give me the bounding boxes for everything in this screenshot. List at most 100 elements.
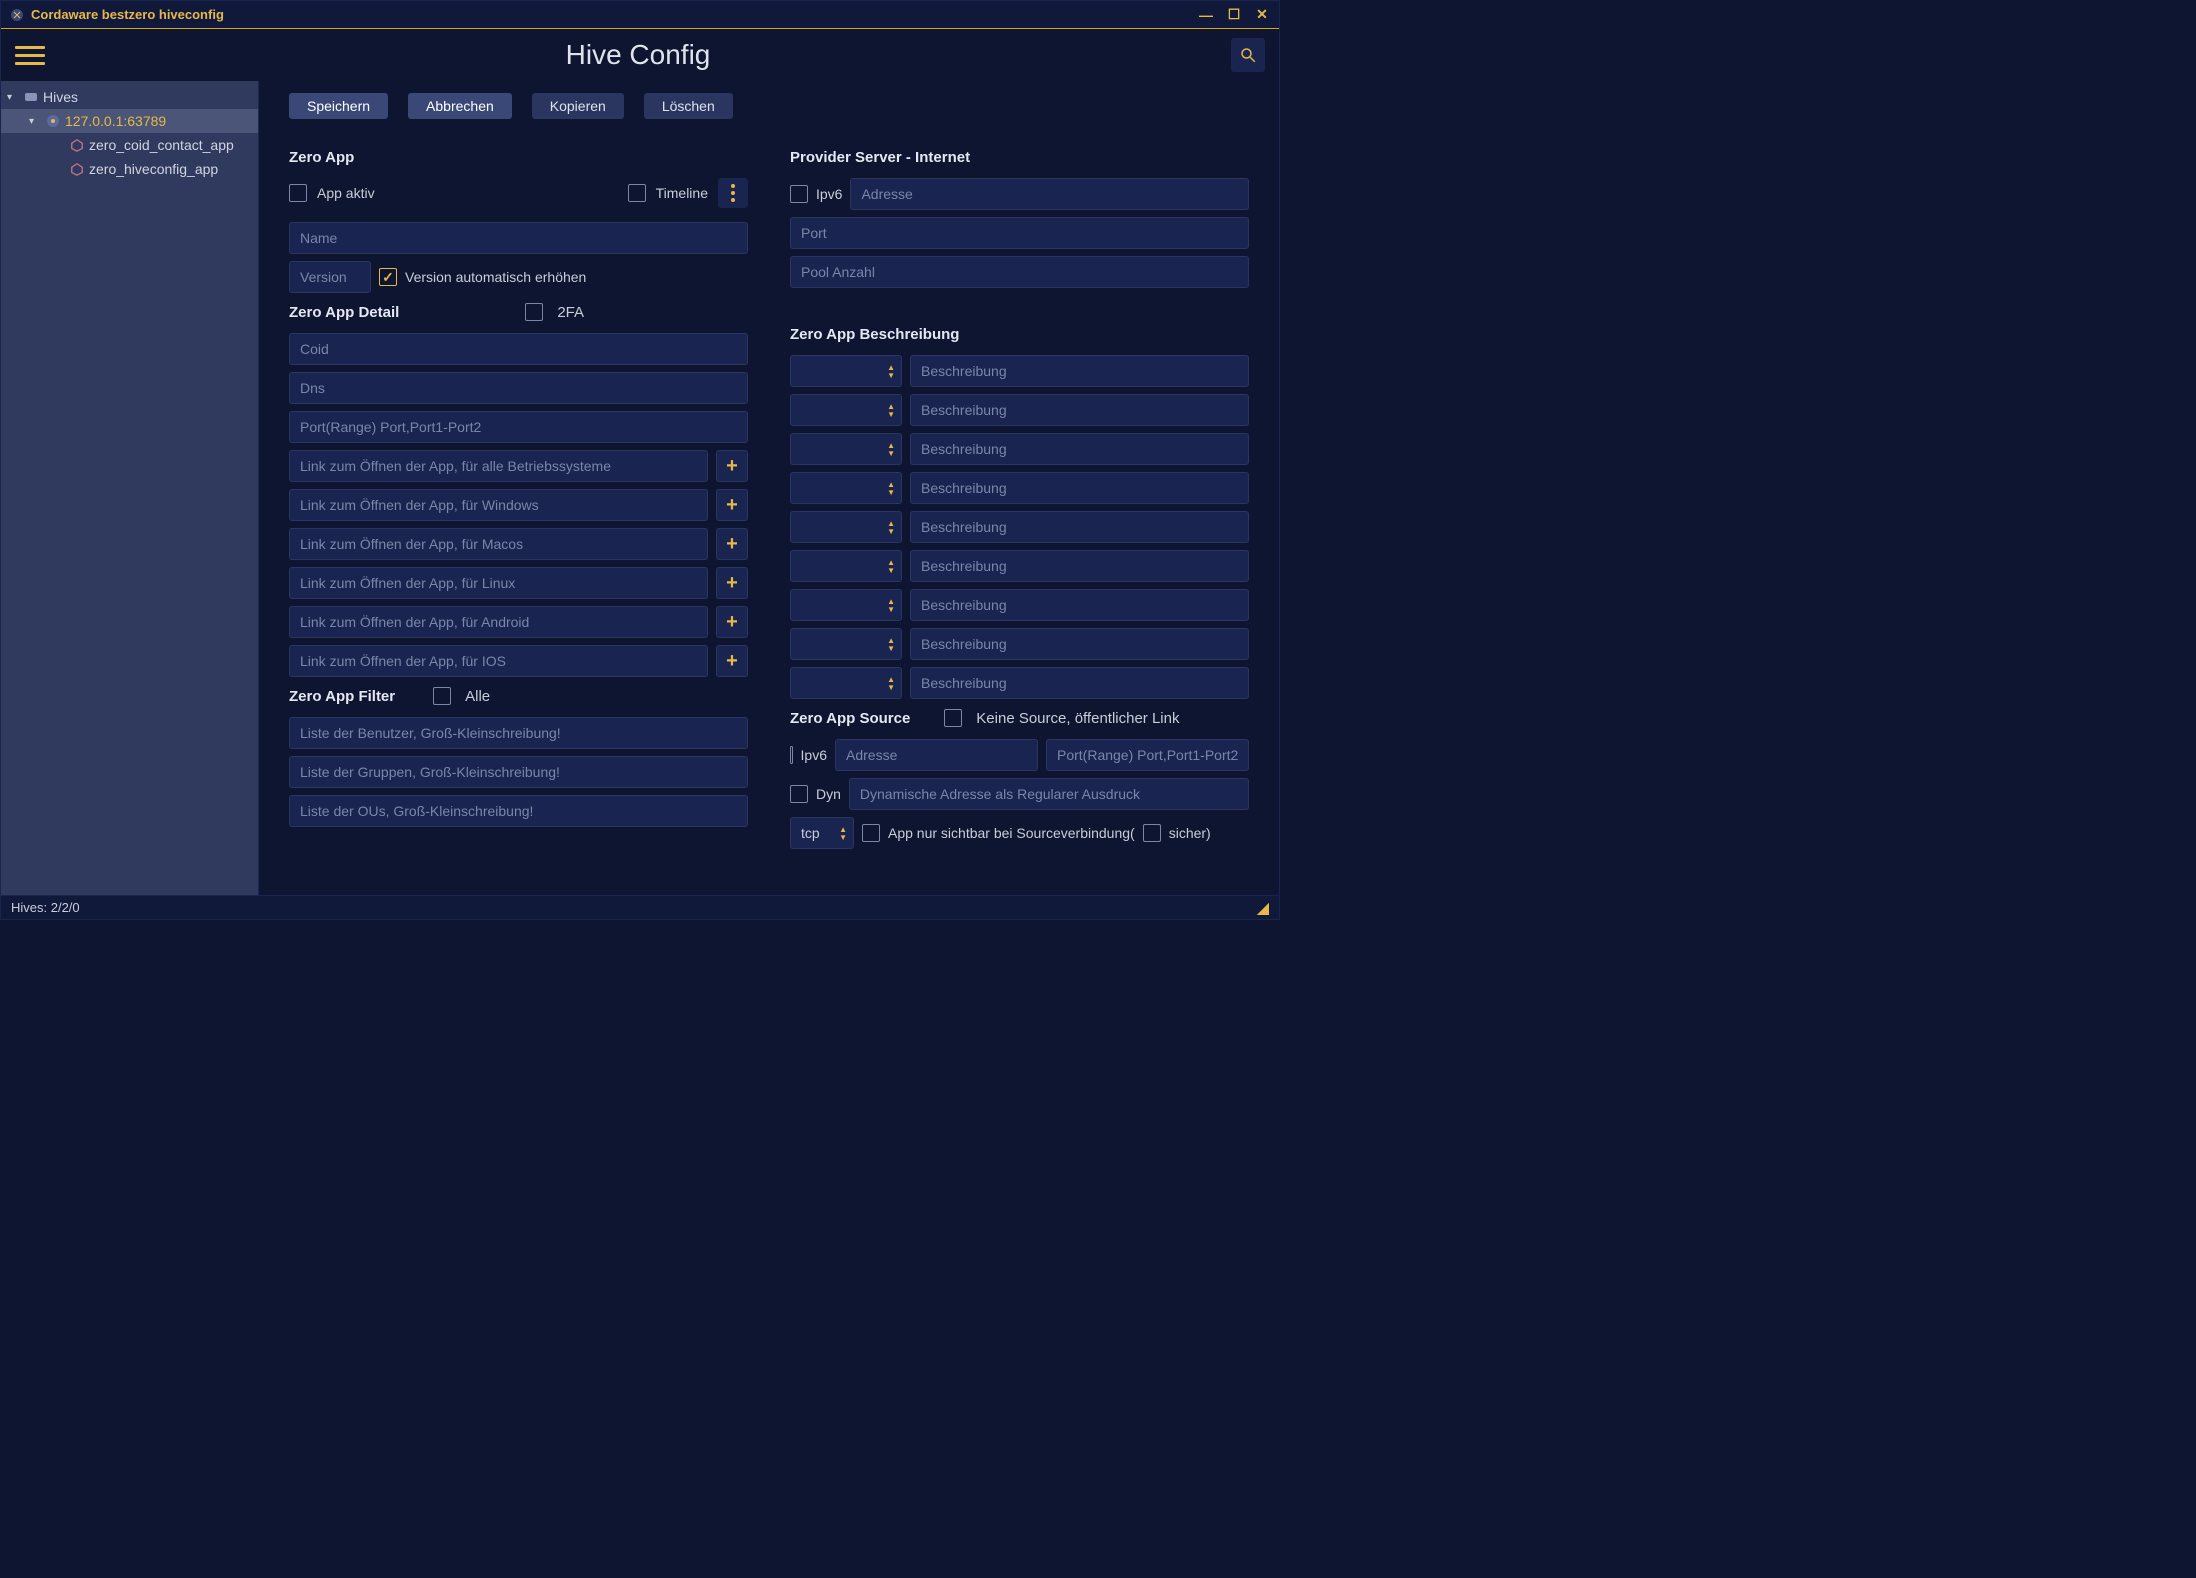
spinner-up-icon[interactable]: ▲ [887, 403, 895, 410]
twofa-checkbox[interactable] [525, 303, 543, 321]
coid-input[interactable] [289, 333, 748, 365]
nosource-checkbox[interactable] [944, 709, 962, 727]
add-link-button[interactable]: + [716, 606, 748, 638]
desc-order-spinner[interactable]: ▲▼ [790, 433, 902, 465]
source-address-input[interactable] [835, 739, 1038, 771]
spinner-down-icon[interactable]: ▼ [887, 450, 895, 457]
filter-users-input[interactable] [289, 717, 748, 749]
add-link-button[interactable]: + [716, 450, 748, 482]
filter-ous-input[interactable] [289, 795, 748, 827]
provider-port-input[interactable] [790, 217, 1249, 249]
menu-icon[interactable] [15, 40, 45, 70]
desc-input[interactable] [910, 511, 1249, 543]
link-android-input[interactable] [289, 606, 708, 638]
link-windows-input[interactable] [289, 489, 708, 521]
desc-input[interactable] [910, 433, 1249, 465]
desc-order-spinner[interactable]: ▲▼ [790, 394, 902, 426]
desc-input[interactable] [910, 472, 1249, 504]
port-range-input[interactable] [289, 411, 748, 443]
desc-order-spinner[interactable]: ▲▼ [790, 628, 902, 660]
dyn-checkbox[interactable] [790, 785, 808, 803]
more-options-button[interactable] [718, 178, 748, 208]
desc-order-spinner[interactable]: ▲▼ [790, 472, 902, 504]
desc-order-spinner[interactable]: ▲▼ [790, 550, 902, 582]
add-link-button[interactable]: + [716, 489, 748, 521]
spinner-down-icon[interactable]: ▼ [887, 645, 895, 652]
spinner-up-icon[interactable]: ▲ [887, 442, 895, 449]
desc-order-spinner[interactable]: ▲▼ [790, 355, 902, 387]
sicher-checkbox[interactable] [1143, 824, 1161, 842]
spinner-down-icon[interactable]: ▼ [887, 528, 895, 535]
spinner-down-icon[interactable]: ▼ [839, 834, 847, 841]
search-button[interactable] [1231, 38, 1265, 72]
spinner-up-icon[interactable]: ▲ [887, 559, 895, 566]
window-title: Cordaware bestzero hiveconfig [31, 7, 224, 22]
spinner-up-icon[interactable]: ▲ [839, 826, 847, 833]
tree-app-item[interactable]: zero_hiveconfig_app [1, 157, 258, 181]
close-button[interactable]: ✕ [1253, 6, 1271, 24]
provider-pool-input[interactable] [790, 256, 1249, 288]
visible-on-source-checkbox[interactable] [862, 824, 880, 842]
desc-input[interactable] [910, 355, 1249, 387]
minimize-button[interactable]: — [1197, 6, 1215, 24]
tree-root-hives[interactable]: ▾ Hives [1, 85, 258, 109]
resize-grip-icon[interactable]: ◢ [1257, 898, 1269, 918]
spinner-down-icon[interactable]: ▼ [887, 567, 895, 574]
version-auto-checkbox[interactable] [379, 268, 397, 286]
tree-app-item[interactable]: zero_coid_contact_app [1, 133, 258, 157]
desc-order-spinner[interactable]: ▲▼ [790, 511, 902, 543]
source-ipv6-checkbox[interactable] [790, 746, 793, 764]
spinner-up-icon[interactable]: ▲ [887, 637, 895, 644]
section-label: Zero App Detail [289, 304, 399, 321]
cancel-button[interactable]: Abbrechen [408, 93, 512, 119]
dyn-address-input[interactable] [849, 778, 1249, 810]
copy-button[interactable]: Kopieren [532, 93, 624, 119]
add-link-button[interactable]: + [716, 645, 748, 677]
section-label: Zero App Filter [289, 688, 395, 705]
app-active-checkbox[interactable] [289, 184, 307, 202]
maximize-button[interactable]: ☐ [1225, 6, 1243, 24]
spinner-down-icon[interactable]: ▼ [887, 411, 895, 418]
version-input[interactable] [289, 261, 371, 293]
dns-input[interactable] [289, 372, 748, 404]
visible-on-source-label: App nur sichtbar bei Sourceverbindung( [888, 825, 1135, 841]
desc-input[interactable] [910, 550, 1249, 582]
link-linux-input[interactable] [289, 567, 708, 599]
desc-input[interactable] [910, 394, 1249, 426]
source-ipv6-label: Ipv6 [801, 747, 827, 763]
filter-groups-input[interactable] [289, 756, 748, 788]
provider-ipv6-checkbox[interactable] [790, 185, 808, 203]
spinner-up-icon[interactable]: ▲ [887, 364, 895, 371]
link-all-input[interactable] [289, 450, 708, 482]
desc-order-spinner[interactable]: ▲▼ [790, 667, 902, 699]
provider-address-input[interactable] [850, 178, 1249, 210]
tree-label: zero_coid_contact_app [89, 137, 234, 153]
spinner-up-icon[interactable]: ▲ [887, 481, 895, 488]
right-column: Provider Server - Internet Ipv6 Zero App… [790, 139, 1249, 855]
save-button[interactable]: Speichern [289, 93, 388, 119]
add-link-button[interactable]: + [716, 567, 748, 599]
protocol-select[interactable]: tcp ▲▼ [790, 817, 854, 849]
spinner-up-icon[interactable]: ▲ [887, 676, 895, 683]
desc-order-spinner[interactable]: ▲▼ [790, 589, 902, 621]
section-zero-app-source: Zero App Source Keine Source, öffentlich… [790, 709, 1249, 727]
add-link-button[interactable]: + [716, 528, 748, 560]
spinner-down-icon[interactable]: ▼ [887, 606, 895, 613]
spinner-down-icon[interactable]: ▼ [887, 372, 895, 379]
spinner-up-icon[interactable]: ▲ [887, 598, 895, 605]
section-zero-app-detail: Zero App Detail 2FA [289, 303, 748, 321]
tree-node-server[interactable]: ▾ 127.0.0.1:63789 [1, 109, 258, 133]
desc-input[interactable] [910, 589, 1249, 621]
spinner-up-icon[interactable]: ▲ [887, 520, 895, 527]
filter-all-checkbox[interactable] [433, 687, 451, 705]
delete-button[interactable]: Löschen [644, 93, 733, 119]
link-ios-input[interactable] [289, 645, 708, 677]
spinner-down-icon[interactable]: ▼ [887, 489, 895, 496]
desc-input[interactable] [910, 628, 1249, 660]
spinner-down-icon[interactable]: ▼ [887, 684, 895, 691]
source-port-input[interactable] [1046, 739, 1249, 771]
name-input[interactable] [289, 222, 748, 254]
link-macos-input[interactable] [289, 528, 708, 560]
timeline-checkbox[interactable] [628, 184, 646, 202]
desc-input[interactable] [910, 667, 1249, 699]
